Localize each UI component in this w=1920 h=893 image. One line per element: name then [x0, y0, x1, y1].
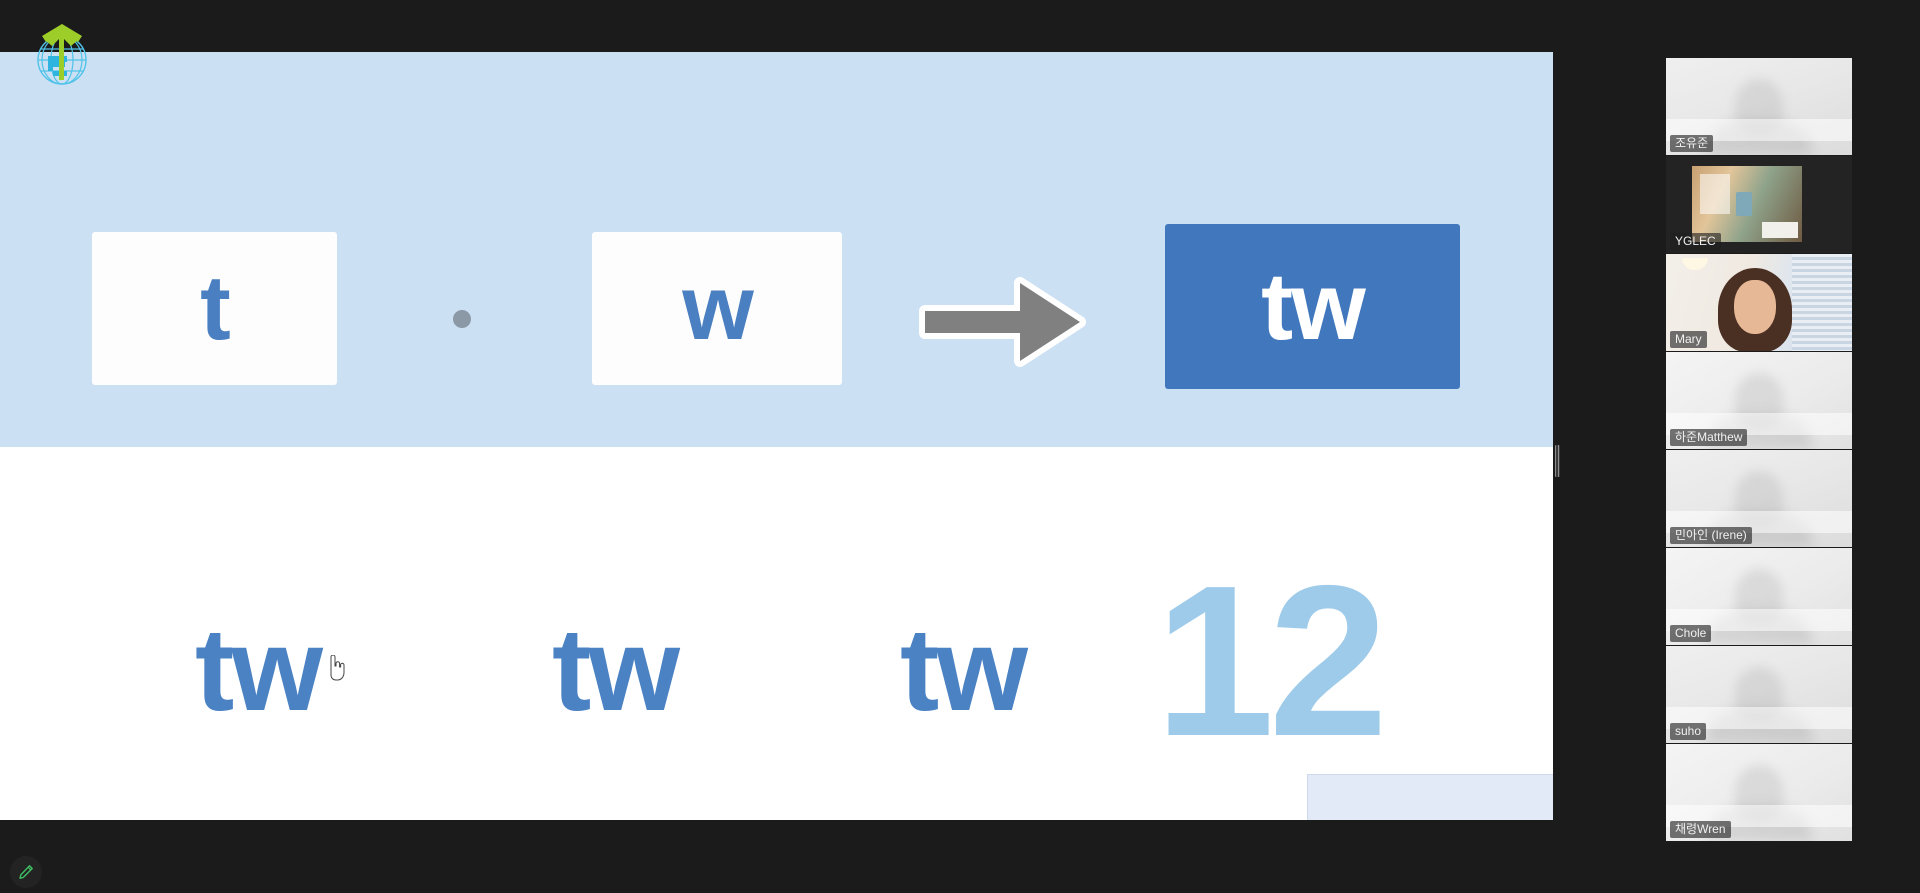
participant-tile[interactable]: Chole [1666, 548, 1852, 645]
slide-page-number: 12 [1155, 540, 1388, 781]
participant-tile-active-speaker[interactable]: Mary [1666, 254, 1852, 351]
participant-tile[interactable]: YGLEC [1666, 156, 1852, 253]
practice-word-1: tw [195, 604, 323, 736]
participant-video-strip[interactable]: 조유준 YGLEC Mary 하준Matthew 민아인 (Irene) Cho… [1666, 58, 1854, 842]
participant-tile[interactable]: 하준Matthew [1666, 352, 1852, 449]
window-blinds [1792, 254, 1852, 351]
participant-name: 조유준 [1670, 135, 1714, 152]
letter-card-tw: tw [1165, 224, 1476, 405]
yglec-globe-arrow-logo [26, 18, 98, 90]
panel-divider[interactable] [1553, 52, 1561, 820]
participant-name: 하준Matthew [1670, 429, 1748, 446]
speaker-face [1734, 280, 1776, 334]
window-light [1700, 174, 1730, 214]
letter-card-w: w [592, 232, 856, 399]
participant-name: YGLEC [1670, 233, 1721, 250]
mouse-cursor-pointer [325, 654, 345, 681]
participant-tile[interactable]: suho [1666, 646, 1852, 743]
ceiling-lamp [1682, 258, 1708, 270]
meeting-screen-share-window: t w tw tw tw tw 12 조유준 YGLEC Mary 하준Matt… [0, 0, 1920, 893]
practice-word-2: tw [552, 604, 680, 736]
letter-card-tw-label: tw [1165, 224, 1460, 389]
room-camera-view [1692, 166, 1802, 242]
participant-name: Mary [1670, 331, 1707, 348]
participant-name: suho [1670, 723, 1707, 740]
participant-tile[interactable]: 민아인 (Irene) [1666, 450, 1852, 547]
participant-tile[interactable]: 조유준 [1666, 58, 1852, 155]
letter-card-t-label: t [92, 232, 337, 385]
participant-name: Chole [1670, 625, 1712, 642]
letter-card-w-label: w [592, 232, 842, 385]
practice-word-3: tw [900, 604, 1028, 736]
participant-name: 채령Wren [1670, 821, 1731, 838]
combine-dot-icon [453, 310, 471, 328]
shared-slide[interactable]: t w tw tw tw tw 12 [0, 52, 1553, 820]
plant-object [1736, 192, 1752, 216]
pen-icon [19, 865, 33, 879]
annotate-pen-button[interactable] [10, 856, 42, 888]
letter-card-t: t [92, 232, 351, 399]
paper-object [1762, 222, 1798, 238]
slide-overlay-panel [1307, 774, 1553, 820]
panel-resize-handle[interactable] [1555, 445, 1560, 477]
participant-tile[interactable]: 채령Wren [1666, 744, 1852, 841]
right-arrow-icon [915, 267, 1090, 377]
participant-name: 민아인 (Irene) [1670, 527, 1752, 544]
